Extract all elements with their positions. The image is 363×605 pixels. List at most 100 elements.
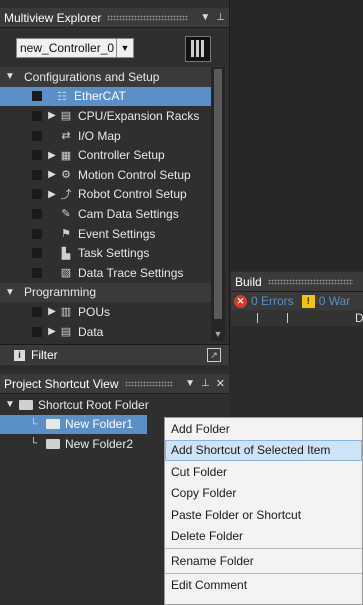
error-icon: ✕ [234,294,247,308]
robot-icon: ⤴ [60,189,72,202]
data-icon: ▤ [60,326,72,339]
menu-separator [165,572,362,574]
build-title-bar[interactable]: Build [231,272,363,292]
scrollbar-thumb[interactable] [214,69,222,319]
checkbox[interactable] [32,150,42,161]
io-map-icon: ⇄ [61,130,71,143]
filter-label[interactable]: Filter [31,348,58,362]
multiview-title: Multiview Explorer [4,10,102,25]
menu-item-paste-folder[interactable]: Paste Folder or Shortcut [165,504,362,526]
folder-icon [46,438,60,449]
expand-arrow-icon[interactable]: ▶ [46,306,58,317]
pin-icon[interactable]: ⊥ [216,12,225,23]
tree-item-cpu-racks[interactable]: ▶ ▤ CPU/Expansion Racks [0,106,211,126]
close-icon[interactable]: ✕ [216,377,225,390]
checkbox[interactable] [32,130,42,141]
expand-arrow-icon[interactable]: ▶ [46,110,58,121]
expand-arrow-icon[interactable]: ▼ [4,287,16,298]
multiview-tree: ▼ Configurations and Setup ☷ EtherCAT ▶ … [0,67,211,341]
data-trace-icon: ▧ [60,267,72,280]
section-programming[interactable]: ▼ Programming [0,282,211,303]
menu-item-rename-folder[interactable]: Rename Folder [165,550,362,572]
checkbox[interactable] [32,267,42,278]
tree-item-ethercat[interactable]: ☷ EtherCAT [0,86,211,107]
tree-item-label: Event Settings [78,226,156,241]
tree-item-event-settings[interactable]: ⚑ Event Settings [0,224,211,244]
tree-item-controller-setup[interactable]: ▶ ▦ Controller Setup [0,145,211,165]
controller-device-icon[interactable] [185,36,211,62]
section-configurations-setup[interactable]: ▼ Configurations and Setup [0,67,211,87]
expand-arrow-icon[interactable]: ▶ [46,150,58,161]
checkbox[interactable] [32,169,42,180]
dropdown-arrow-icon[interactable]: ▼ [200,12,210,23]
shortcut-view-title-bar[interactable]: Project Shortcut View ▼ ⊥ ✕ [0,374,229,394]
tree-item-label: Cam Data Settings [78,206,179,221]
tree-item-motion-control-setup[interactable]: ▶ ⚙ Motion Control Setup [0,165,211,185]
build-header-row: D [231,310,363,326]
filter-info-icon: i [14,349,25,361]
menu-item-copy-folder[interactable]: Copy Folder [165,483,362,505]
tree-item-label: CPU/Expansion Racks [78,108,200,123]
checkbox[interactable] [32,228,42,239]
expand-arrow-icon[interactable]: ▶ [46,326,58,337]
build-title: Build [235,274,262,289]
menu-item-delete-folder[interactable]: Delete Folder [165,526,362,548]
checkbox[interactable] [32,306,42,317]
multiview-explorer-panel: Multiview Explorer ▼ ⊥ new_Controller_0 … [0,0,230,366]
tree-item-label: Shortcut Root Folder [38,397,149,412]
task-icon: ▙ [61,247,71,260]
tree-item-label: Programming [24,285,97,300]
tree-item-data-trace-settings[interactable]: ▧ Data Trace Settings [0,263,211,283]
drag-grip[interactable] [124,380,174,387]
checkbox[interactable] [32,110,42,121]
chevron-down-icon[interactable]: ▼ [116,39,133,57]
tree-item-task-settings[interactable]: ▙ Task Settings [0,243,211,263]
expand-arrow-icon[interactable]: ▼ [4,71,16,82]
menu-item-add-shortcut[interactable]: Add Shortcut of Selected Item [165,439,362,461]
checkbox[interactable] [32,326,42,337]
scroll-down-arrow-icon[interactable]: ▼ [211,327,225,341]
column-header-d[interactable]: D [355,311,363,325]
pin-icon[interactable]: ⊥ [201,378,210,389]
drag-grip[interactable] [267,278,353,285]
controller-setup-icon: ▦ [60,149,72,162]
tree-item-label: Task Settings [78,246,150,261]
menu-item-edit-comment[interactable]: Edit Comment [165,575,362,597]
folder-icon [46,419,60,430]
warnings-toggle[interactable]: 0 War [319,294,351,308]
tree-scrollbar[interactable]: ▼ [211,67,225,341]
tree-item-pous[interactable]: ▶ ▥ POUs [0,302,211,322]
drag-grip[interactable] [107,14,189,21]
checkbox[interactable] [32,208,42,219]
column-divider[interactable] [257,313,258,323]
tree-item-cam-data-settings[interactable]: ✎ Cam Data Settings [0,204,211,224]
expand-arrow-icon[interactable]: ▶ [46,169,58,180]
filter-toggle-icon[interactable]: ↗ [207,348,221,362]
tree-connector-icon: └ [30,418,38,430]
checkbox[interactable] [32,189,42,200]
tree-item-robot-control-setup[interactable]: ▶ ⤴ Robot Control Setup [0,185,211,205]
checkbox[interactable] [32,248,42,259]
tree-connector-icon: └ [30,438,38,450]
dropdown-arrow-icon[interactable]: ▼ [185,378,195,389]
expand-arrow-icon[interactable]: ▼ [4,399,16,410]
menu-item-cut-folder[interactable]: Cut Folder [165,461,362,483]
tree-item-label: Robot Control Setup [78,187,187,202]
warning-icon: ! [301,294,315,308]
shortcut-root-folder[interactable]: ▼ Shortcut Root Folder [0,395,229,415]
rack-icon: ▤ [60,110,72,123]
controller-select[interactable]: new_Controller_0 ▼ [16,38,134,58]
filter-bar: i Filter ↗ [0,344,229,365]
editor-area [231,0,363,270]
menu-item-add-folder[interactable]: Add Folder [165,418,362,440]
checkbox[interactable] [32,91,42,102]
expand-arrow-icon[interactable]: ▶ [46,189,58,200]
tree-item-io-map[interactable]: ⇄ I/O Map [0,126,211,146]
build-toolbar: ✕ 0 Errors ! 0 War [231,292,363,310]
shortcut-folder-1[interactable]: └ New Folder1 [0,414,147,435]
multiview-title-bar[interactable]: Multiview Explorer ▼ ⊥ [0,8,229,28]
tree-item-label: Configurations and Setup [24,69,160,84]
errors-toggle[interactable]: 0 Errors [251,294,294,308]
tree-item-data[interactable]: ▶ ▤ Data [0,322,211,342]
column-divider[interactable] [287,313,288,323]
